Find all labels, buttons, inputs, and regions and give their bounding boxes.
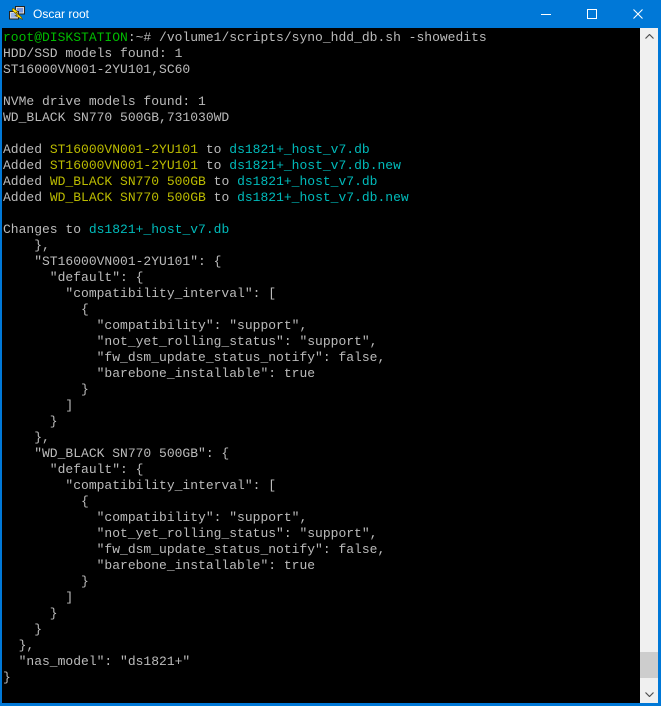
terminal-line: "fw_dsm_update_status_notify": false, — [3, 542, 640, 558]
maximize-button[interactable] — [569, 0, 615, 28]
terminal-line: "WD_BLACK SN770 500GB": { — [3, 446, 640, 462]
terminal-line: }, — [3, 430, 640, 446]
scroll-down-button[interactable] — [640, 686, 658, 703]
terminal-line: ST16000VN001-2YU101,SC60 — [3, 62, 640, 78]
chevron-down-icon — [645, 692, 654, 697]
scroll-thumb[interactable] — [640, 652, 658, 678]
scroll-up-button[interactable] — [640, 28, 658, 45]
terminal-line: ] — [3, 590, 640, 606]
terminal-line: "default": { — [3, 270, 640, 286]
chevron-up-icon — [645, 34, 654, 39]
terminal-line: "nas_model": "ds1821+" — [3, 654, 640, 670]
terminal-line: } — [3, 622, 640, 638]
minimize-button[interactable] — [523, 0, 569, 28]
terminal-line: "not_yet_rolling_status": "support", — [3, 526, 640, 542]
putty-app-icon[interactable] — [9, 6, 25, 22]
terminal-line: "barebone_installable": true — [3, 558, 640, 574]
terminal-line: WD_BLACK SN770 500GB,731030WD — [3, 110, 640, 126]
terminal-screen[interactable]: root@DISKSTATION:~# /volume1/scripts/syn… — [2, 28, 640, 703]
close-button[interactable] — [615, 0, 661, 28]
terminal-line: { — [3, 302, 640, 318]
terminal-line: } — [3, 382, 640, 398]
terminal-line: "barebone_installable": true — [3, 366, 640, 382]
terminal-line: Added WD_BLACK SN770 500GB to ds1821+_ho… — [3, 190, 640, 206]
terminal-line: Added ST16000VN001-2YU101 to ds1821+_hos… — [3, 142, 640, 158]
terminal-line: "ST16000VN001-2YU101": { — [3, 254, 640, 270]
terminal-line — [3, 206, 640, 222]
terminal-line: } — [3, 414, 640, 430]
maximize-icon — [587, 9, 597, 19]
window-title: Oscar root — [33, 7, 523, 21]
terminal-line: }, — [3, 638, 640, 654]
terminal-line: NVMe drive models found: 1 — [3, 94, 640, 110]
scrollbar[interactable] — [640, 28, 658, 703]
scroll-track[interactable] — [640, 45, 658, 686]
putty-window: Oscar root root@DISKSTATION:~# /volume1/… — [0, 0, 661, 706]
terminal-line: "default": { — [3, 462, 640, 478]
titlebar[interactable]: Oscar root — [0, 0, 661, 28]
minimize-icon — [541, 9, 551, 19]
terminal-line: "compatibility_interval": [ — [3, 478, 640, 494]
terminal-line: "compatibility_interval": [ — [3, 286, 640, 302]
terminal-line: Added WD_BLACK SN770 500GB to ds1821+_ho… — [3, 174, 640, 190]
terminal-line: Changes to ds1821+_host_v7.db — [3, 222, 640, 238]
terminal-line: } — [3, 606, 640, 622]
terminal-line: "not_yet_rolling_status": "support", — [3, 334, 640, 350]
terminal-line: }, — [3, 238, 640, 254]
terminal-line: "compatibility": "support", — [3, 510, 640, 526]
terminal-line: } — [3, 670, 640, 686]
terminal-line: "compatibility": "support", — [3, 318, 640, 334]
window-body: root@DISKSTATION:~# /volume1/scripts/syn… — [0, 28, 661, 706]
terminal-line: "fw_dsm_update_status_notify": false, — [3, 350, 640, 366]
close-icon — [633, 9, 643, 19]
terminal-line: HDD/SSD models found: 1 — [3, 46, 640, 62]
terminal-line — [3, 126, 640, 142]
terminal-line: Added ST16000VN001-2YU101 to ds1821+_hos… — [3, 158, 640, 174]
terminal-line: ] — [3, 398, 640, 414]
terminal-line — [3, 78, 640, 94]
terminal-line: { — [3, 494, 640, 510]
terminal-line: root@DISKSTATION:~# /volume1/scripts/syn… — [3, 30, 640, 46]
terminal-line: } — [3, 574, 640, 590]
